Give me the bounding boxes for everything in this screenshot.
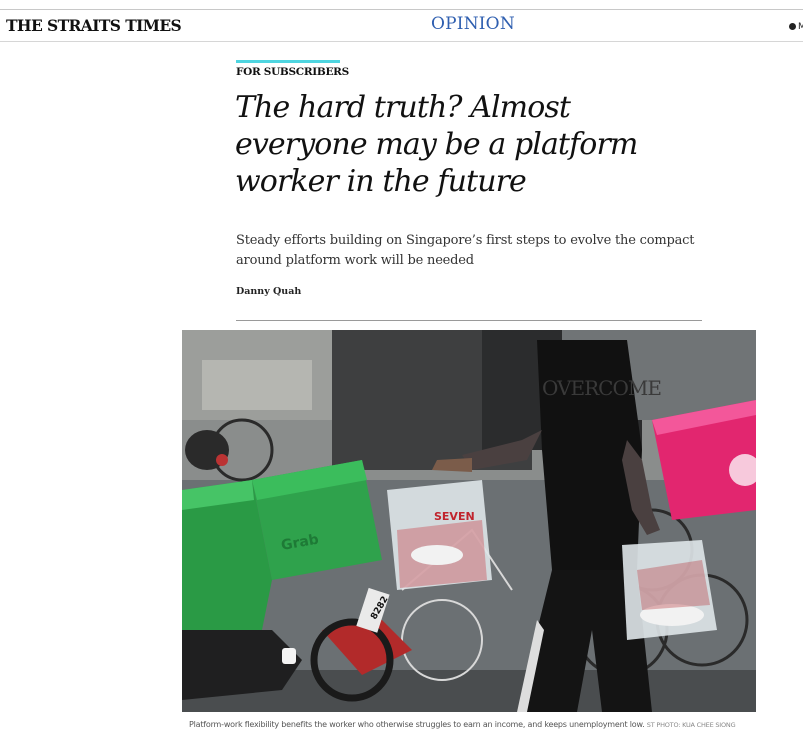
language-selector[interactable]: M (789, 22, 803, 32)
subscriber-kicker: FOR SUBSCRIBERS (236, 60, 349, 78)
delivery-rider-photo: Grab 8282 OVERCOME SEVEN (182, 330, 756, 712)
caption-text: Platform-work flexibility benefits the w… (189, 720, 645, 729)
header-rule (236, 320, 702, 321)
photo-credit: ST PHOTO: KUA CHEE SIONG (646, 721, 736, 729)
kicker-label: FOR SUBSCRIBERS (236, 66, 349, 78)
masthead-logo[interactable]: THE STRAITS TIMES (6, 16, 182, 35)
kicker-accent-bar (236, 60, 340, 63)
bag-label: SEVEN (434, 510, 475, 523)
article-standfirst: Steady efforts building on Singapore’s f… (236, 233, 695, 268)
section-title[interactable]: OPINION (431, 14, 515, 34)
language-label: M (798, 22, 803, 32)
image-caption: Platform-work flexibility benefits the w… (189, 719, 749, 731)
article-headline: The hard truth? Almost everyone may be a… (235, 90, 638, 199)
article-hero-image: Grab 8282 OVERCOME SEVEN (182, 330, 756, 712)
author-byline[interactable]: Danny Quah (236, 286, 301, 297)
globe-icon (789, 23, 796, 30)
shirt-print: OVERCOME (542, 376, 661, 400)
site-header: THE STRAITS TIMES OPINION M (0, 10, 803, 42)
